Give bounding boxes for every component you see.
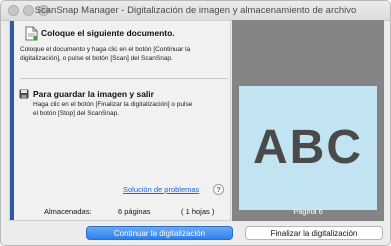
scan-dialog-window: ScanSnap Manager - Digitalización de ima… — [0, 0, 391, 246]
scan-preview-pane: ABC Página 6 — [232, 20, 384, 221]
step2-text-line1: Haga clic en el botón [Finalizar la digi… — [33, 101, 193, 108]
step1-text-line2: digitalización], o pulse el botón [Scan]… — [20, 55, 173, 62]
save-icon — [19, 89, 29, 99]
step1-title: Coloque el siguiente documento. — [41, 28, 175, 38]
instructions-panel: Coloque el siguiente documento. Coloque … — [9, 20, 231, 221]
accent-bar — [10, 21, 14, 220]
step2-title: Para guardar la imagen y salir — [33, 89, 154, 99]
stored-pages: 6 páginas — [118, 207, 151, 216]
troubleshooting-link[interactable]: Solución de problemas — [123, 185, 199, 194]
step2-text-line2: el botón [Stop] del ScanSnap. — [33, 110, 120, 117]
page-content-text: ABC — [253, 121, 363, 174]
document-icon — [25, 26, 38, 41]
section-divider — [20, 78, 228, 79]
step1-text-line1: Coloque el documento y haga clic en el b… — [20, 46, 191, 53]
finish-scanning-button[interactable]: Finalizar la digitalización — [245, 226, 383, 240]
continue-scanning-button[interactable]: Continuar la digitalización — [86, 226, 233, 240]
scanned-page-thumbnail: ABC — [239, 86, 377, 210]
page-number-label: Página 6 — [293, 207, 323, 216]
stored-sheets: ( 1 hojas ) — [181, 207, 215, 216]
stored-label: Almacenadas: — [44, 207, 92, 216]
help-icon[interactable]: ? — [213, 184, 224, 195]
title-bar: ScanSnap Manager - Digitalización de ima… — [1, 1, 390, 21]
window-title: ScanSnap Manager - Digitalización de ima… — [34, 5, 357, 16]
